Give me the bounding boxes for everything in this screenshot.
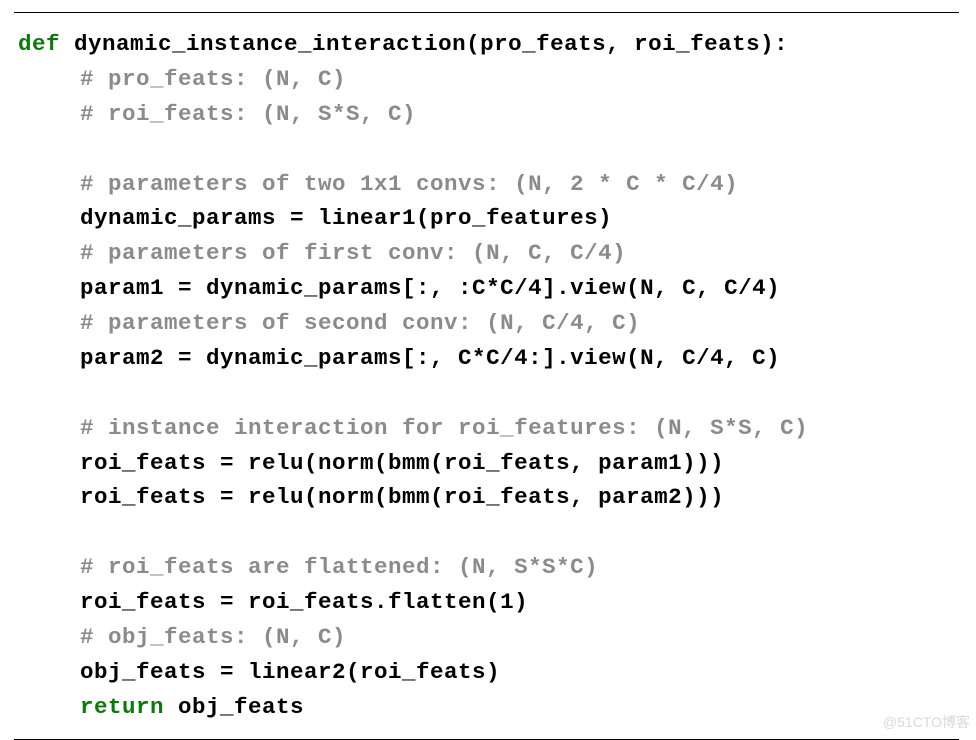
comment: # parameters of first conv: (N, C, C/4) xyxy=(80,240,626,266)
code-line: # parameters of two 1x1 convs: (N, 2 * C… xyxy=(18,167,955,202)
code-text: roi_feats = roi_feats.flatten(1) xyxy=(80,589,528,615)
code-line: # parameters of second conv: (N, C/4, C) xyxy=(18,306,955,341)
code-blank-line xyxy=(18,376,955,411)
code-line: roi_feats = relu(norm(bmm(roi_feats, par… xyxy=(18,480,955,515)
code-text: roi_feats = relu(norm(bmm(roi_feats, par… xyxy=(80,450,724,476)
code-line: roi_feats = relu(norm(bmm(roi_feats, par… xyxy=(18,446,955,481)
comment: # parameters of two 1x1 convs: (N, 2 * C… xyxy=(80,171,738,197)
comment: # instance interaction for roi_features:… xyxy=(80,415,808,441)
code-line: # roi_feats: (N, S*S, C) xyxy=(18,97,955,132)
keyword-return: return xyxy=(80,694,164,720)
code-blank-line xyxy=(18,515,955,550)
watermark: @51CTO博客 xyxy=(883,712,970,732)
code-line: dynamic_params = linear1(pro_features) xyxy=(18,201,955,236)
comment: # parameters of second conv: (N, C/4, C) xyxy=(80,310,640,336)
code-blank-line xyxy=(18,132,955,167)
comment: # roi_feats are flattened: (N, S*S*C) xyxy=(80,554,598,580)
code-block: def dynamic_instance_interaction(pro_fea… xyxy=(14,12,959,740)
comment: # obj_feats: (N, C) xyxy=(80,624,346,650)
code-text: obj_feats = linear2(roi_feats) xyxy=(80,659,500,685)
code-line: # instance interaction for roi_features:… xyxy=(18,411,955,446)
code-text: roi_feats = relu(norm(bmm(roi_feats, par… xyxy=(80,484,724,510)
comment: # roi_feats: (N, S*S, C) xyxy=(80,101,416,127)
code-line: def dynamic_instance_interaction(pro_fea… xyxy=(18,27,955,62)
code-text: param1 = dynamic_params[:, :C*C/4].view(… xyxy=(80,275,780,301)
code-line: # parameters of first conv: (N, C, C/4) xyxy=(18,236,955,271)
code-text: dynamic_instance_interaction(pro_feats, … xyxy=(60,31,788,57)
code-line: param1 = dynamic_params[:, :C*C/4].view(… xyxy=(18,271,955,306)
code-line: # pro_feats: (N, C) xyxy=(18,62,955,97)
code-line: roi_feats = roi_feats.flatten(1) xyxy=(18,585,955,620)
code-line: obj_feats = linear2(roi_feats) xyxy=(18,655,955,690)
code-line: # obj_feats: (N, C) xyxy=(18,620,955,655)
code-line: return obj_feats xyxy=(18,690,955,725)
code-text: dynamic_params = linear1(pro_features) xyxy=(80,205,612,231)
code-text: param2 = dynamic_params[:, C*C/4:].view(… xyxy=(80,345,780,371)
comment: # pro_feats: (N, C) xyxy=(80,66,346,92)
code-text: obj_feats xyxy=(164,694,304,720)
keyword-def: def xyxy=(18,31,60,57)
code-line: param2 = dynamic_params[:, C*C/4:].view(… xyxy=(18,341,955,376)
code-line: # roi_feats are flattened: (N, S*S*C) xyxy=(18,550,955,585)
